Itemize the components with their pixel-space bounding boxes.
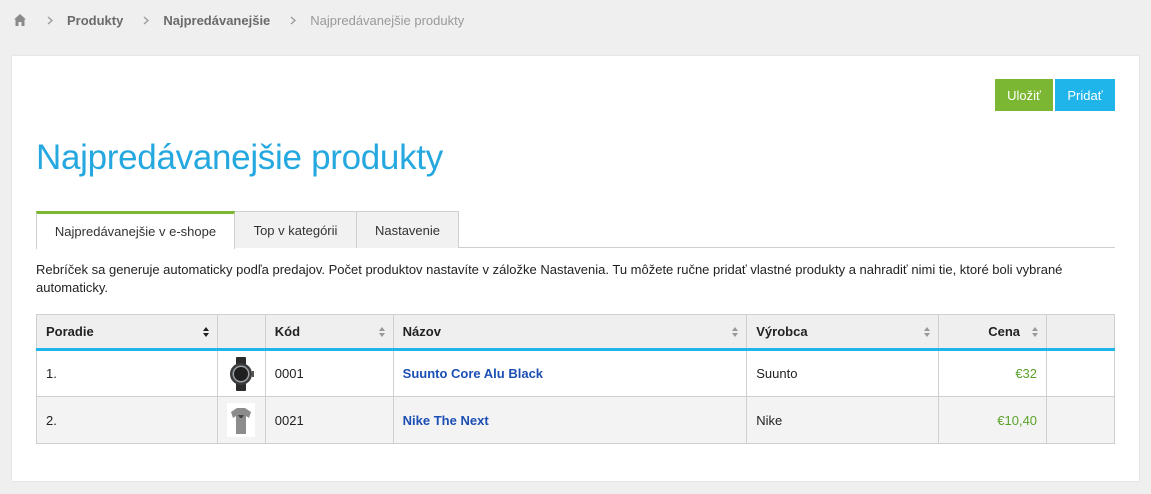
product-link[interactable]: Nike The Next [403,413,489,428]
sort-icon[interactable] [923,326,931,338]
column-header-kod[interactable]: Kód [264,314,394,351]
column-header-label: Výrobca [756,324,808,339]
tab-nastavenie[interactable]: Nastavenie [356,211,459,248]
chevron-right-icon [290,16,297,25]
content-panel: Uložiť Pridať Najpredávanejšie produkty … [12,56,1139,481]
column-header-label: Poradie [46,324,94,339]
column-header-actions [1046,314,1115,351]
description-text: Rebríček sa generuje automaticky podľa p… [36,262,1063,295]
sort-icon[interactable] [731,326,739,338]
cell-image [216,349,266,397]
cell-price: €10,40 [938,396,1048,444]
sort-icon[interactable] [1031,326,1039,338]
chevron-right-icon [47,16,53,25]
breadcrumb-current: Najpredávanejšie produkty [310,12,465,28]
cell-name: Nike The Next [392,396,748,444]
breadcrumb: Produkty Najpredávanejšie Najpredávanejš… [13,10,464,30]
tab-bar: Najpredávanejšie v e-shope Top v kategór… [36,211,1115,249]
column-header-label: Kód [274,324,301,339]
watch-thumbnail-icon[interactable] [227,356,255,391]
home-icon[interactable] [13,13,27,27]
cell-actions [1046,396,1115,444]
table-header-row: Poradie Kód Názov Výrobca Cena [36,314,1115,351]
add-button[interactable]: Pridať [1055,79,1115,111]
column-header-vyrobca[interactable]: Výrobca [746,314,940,351]
column-header-cena[interactable]: Cena [938,314,1048,351]
save-button[interactable]: Uložiť [995,79,1053,111]
product-link[interactable]: Suunto Core Alu Black [403,366,543,381]
cell-image [216,396,266,444]
table-row[interactable]: 1. 0001 Suunto Core Alu Black Suunto €32 [36,349,1115,397]
column-header-label: Názov [402,324,441,339]
cell-price: €32 [938,349,1048,397]
cell-code: 0021 [264,396,394,444]
cell-manufacturer: Nike [746,396,940,444]
breadcrumb-najpredavanejsie[interactable]: Najpredávanejšie [163,13,270,28]
products-table: Poradie Kód Názov Výrobca Cena 1. 0001 S… [36,314,1115,444]
table-row[interactable]: 2. 0021 Nike The Next Nike €10,40 [36,396,1115,444]
column-header-poradie[interactable]: Poradie [36,314,218,351]
cell-actions [1046,349,1115,397]
sort-icon[interactable] [202,326,210,338]
chevron-right-icon [143,16,150,25]
column-header-nazov[interactable]: Názov [392,314,748,351]
action-buttons: Uložiť Pridať [995,79,1115,111]
cell-name: Suunto Core Alu Black [392,349,748,397]
tshirt-thumbnail-icon[interactable] [227,403,256,437]
sort-icon[interactable] [378,326,386,338]
breadcrumb-produkty[interactable]: Produkty [67,13,123,28]
cell-rank: 1. [36,349,218,397]
page-title: Najpredávanejšie produkty [36,138,443,177]
cell-manufacturer: Suunto [746,349,940,397]
cell-rank: 2. [36,396,218,444]
column-header-label: Cena [988,324,1021,339]
tab-najpredavanejsie-v-eshope[interactable]: Najpredávanejšie v e-shope [36,211,235,249]
tab-top-v-kategorii[interactable]: Top v kategórii [234,211,357,248]
column-header-image [216,314,266,351]
cell-code: 0001 [264,349,394,397]
